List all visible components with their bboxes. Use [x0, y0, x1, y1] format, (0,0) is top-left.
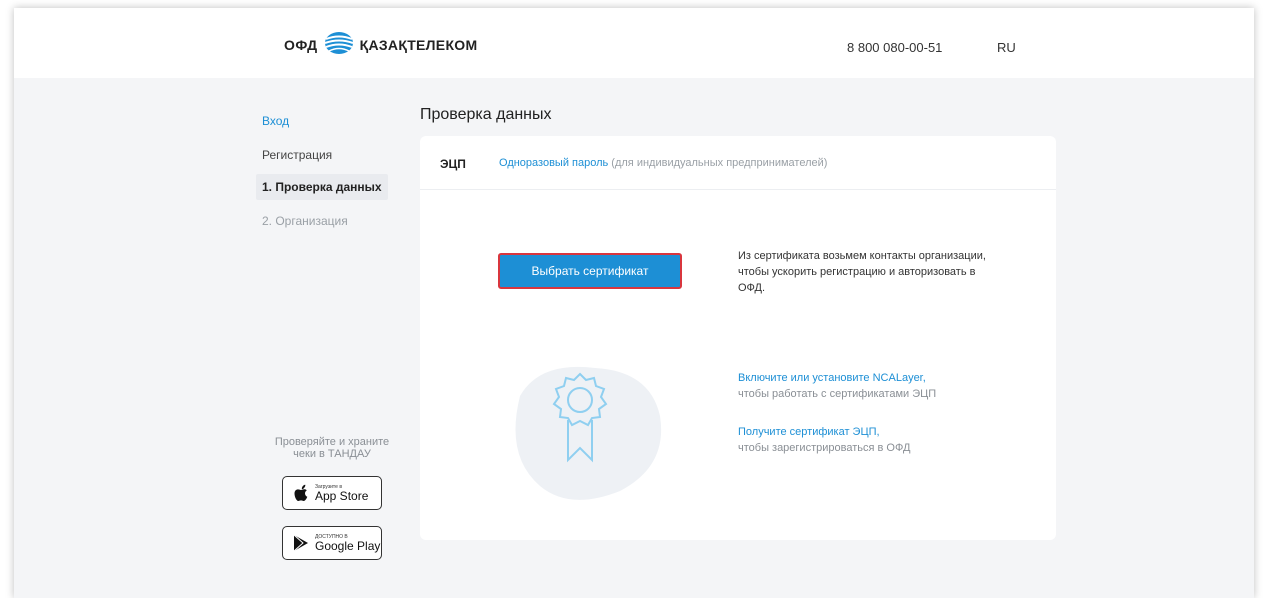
sidebar-item-login[interactable]: Вход	[262, 114, 289, 128]
verification-card: ЭЦП Одноразовый пароль (для индивидуальн…	[420, 136, 1056, 540]
app-store-label: App Store	[315, 488, 369, 503]
browser-viewport: ОФД ҚАЗАҚТЕЛЕКОМ 8 800 080-00-51 RU Вход…	[14, 8, 1254, 598]
tab-one-time-password[interactable]: Одноразовый пароль (для индивидуальных п…	[499, 157, 827, 169]
apple-icon	[291, 483, 311, 503]
app-store-button[interactable]: Загрузите в App Store	[282, 476, 382, 510]
tab-otp-label: Одноразовый пароль	[499, 157, 609, 169]
ncalayer-hint: Включите или установите NCALayer, чтобы …	[738, 370, 936, 402]
tandau-promo: Проверяйте и храните чеки в ТАНДАУ	[262, 436, 402, 460]
promo-line-2: чеки в ТАНДАУ	[293, 448, 371, 460]
language-switch[interactable]: RU	[997, 40, 1016, 55]
get-certificate-hint: Получите сертификат ЭЦП, чтобы зарегистр…	[738, 424, 910, 456]
get-certificate-note: чтобы зарегистрироваться в ОФД	[738, 442, 911, 454]
sidebar-item-data-check[interactable]: 1. Проверка данных	[256, 174, 388, 200]
support-phone[interactable]: 8 800 080-00-51	[847, 40, 942, 55]
get-certificate-link[interactable]: Получите сертификат ЭЦП,	[738, 424, 910, 440]
sidebar-item-registration[interactable]: Регистрация	[262, 148, 332, 162]
select-certificate-button[interactable]: Выбрать сертификат	[498, 253, 682, 289]
ncalayer-note: чтобы работать с сертификатами ЭЦП	[738, 388, 937, 400]
company-logo[interactable]: ОФД ҚАЗАҚТЕЛЕКОМ	[284, 31, 478, 60]
logo-company-text: ҚАЗАҚТЕЛЕКОМ	[359, 37, 478, 53]
google-play-label: Google Play	[315, 538, 381, 553]
sidebar-item-organization: 2. Организация	[262, 214, 348, 228]
tab-otp-note: (для индивидуальных предпринимателей)	[608, 157, 828, 169]
page-title: Проверка данных	[420, 106, 552, 123]
ncalayer-link[interactable]: Включите или установите NCALayer,	[738, 370, 936, 386]
certificate-badge-illustration	[500, 356, 670, 506]
tab-ecp[interactable]: ЭЦП	[440, 157, 466, 171]
globe-icon	[324, 31, 354, 60]
logo-ofd-text: ОФД	[284, 37, 318, 53]
top-header: ОФД ҚАЗАҚТЕЛЕКОМ 8 800 080-00-51 RU	[14, 8, 1254, 78]
auth-method-tabs: ЭЦП Одноразовый пароль (для индивидуальн…	[420, 136, 1056, 190]
certificate-info-text: Из сертификата возьмем контакты организа…	[738, 250, 986, 294]
promo-line-1: Проверяйте и храните	[274, 436, 390, 448]
google-play-icon	[291, 533, 311, 553]
google-play-button[interactable]: ДОСТУПНО В Google Play	[282, 526, 382, 560]
